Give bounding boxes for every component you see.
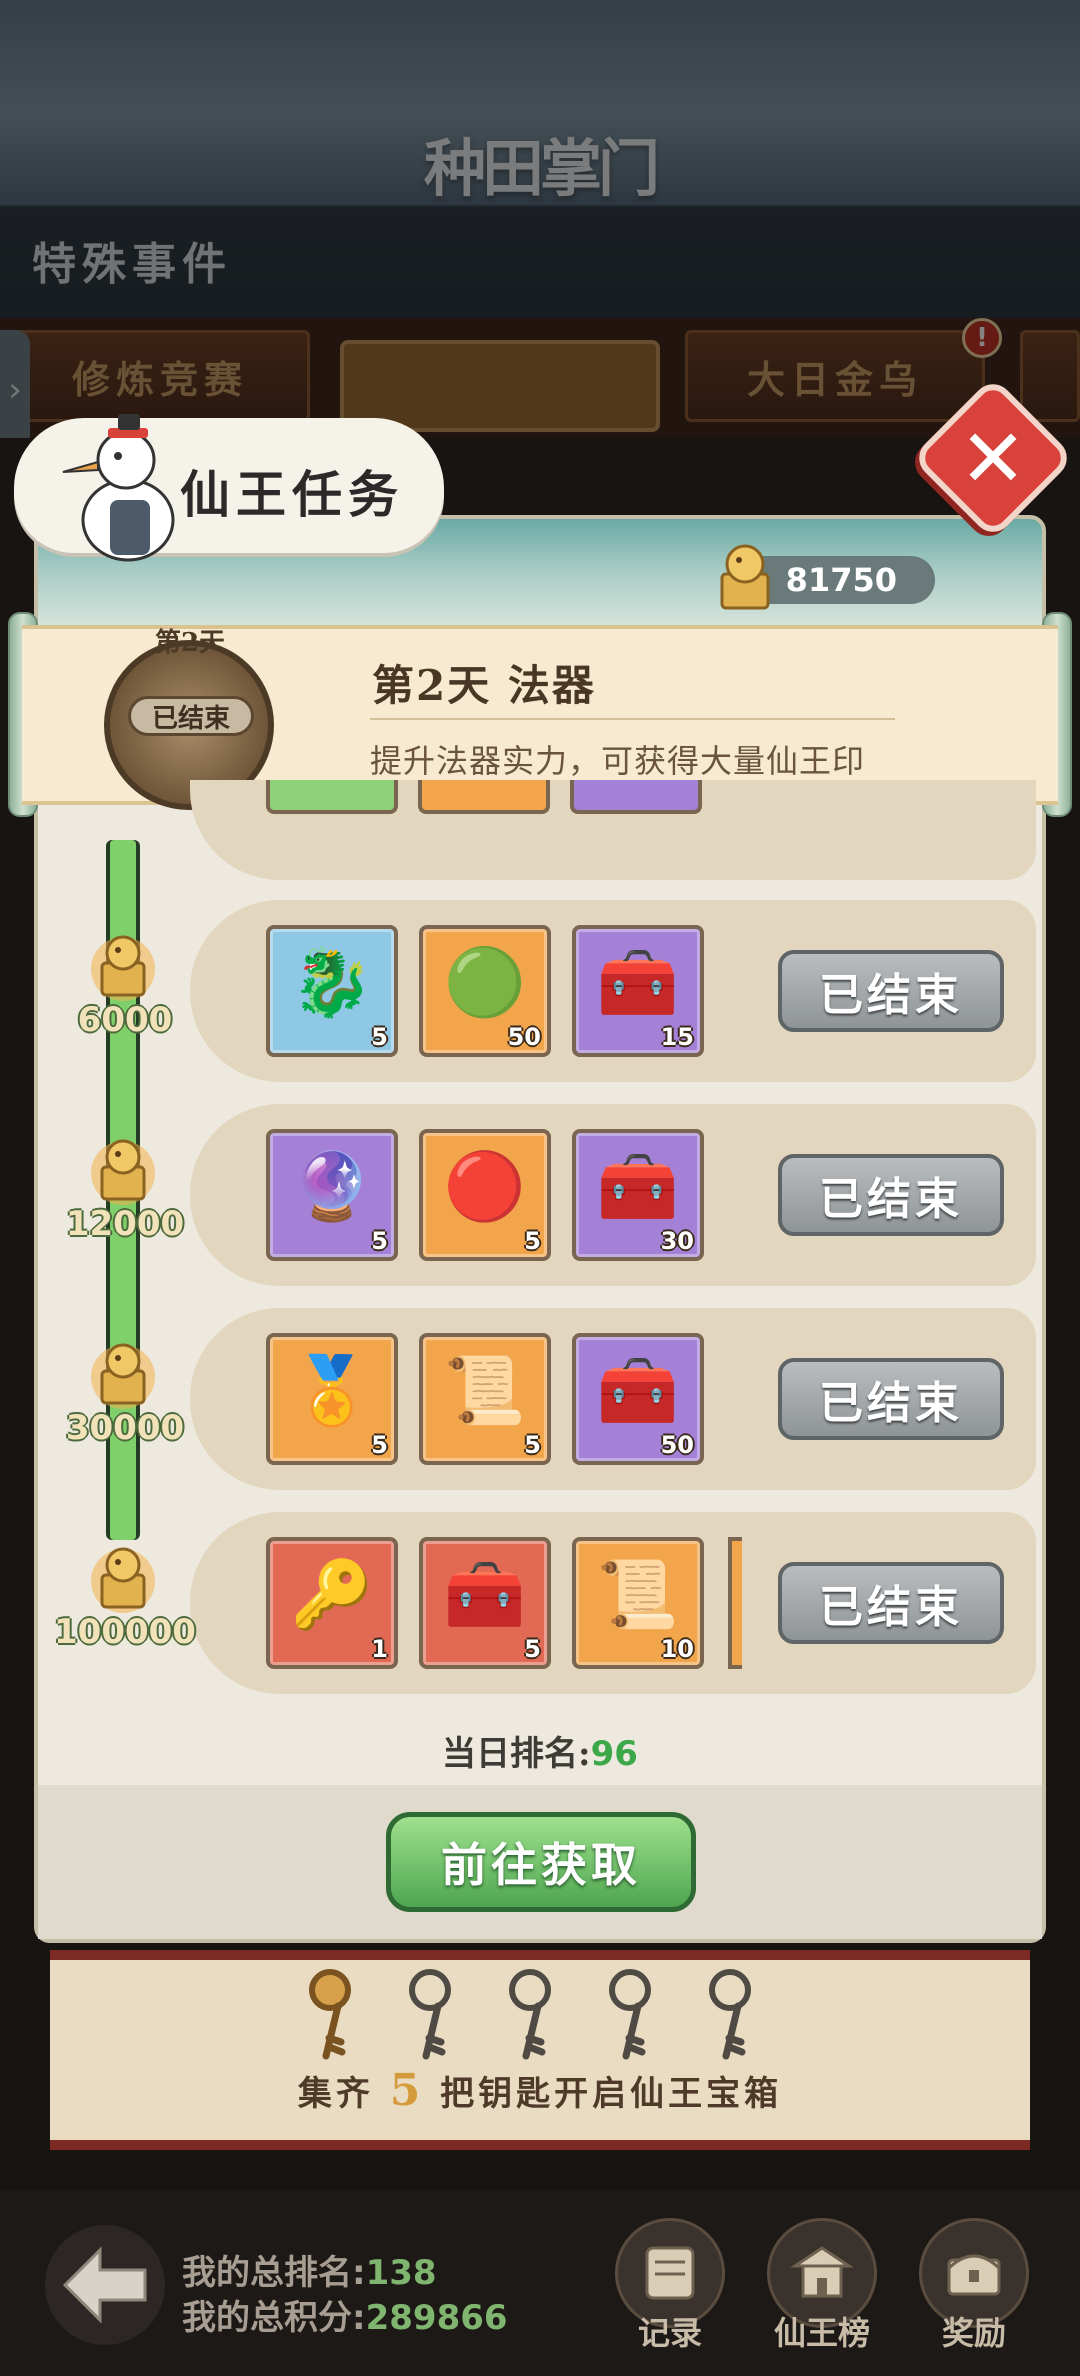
tier-threshold: 100000 (54, 1612, 196, 1652)
tier-threshold: 6000 (77, 1000, 173, 1040)
golden-key-icon: 🔑 (290, 1556, 374, 1633)
pink-spirit-orb-icon: 🔮 (290, 1148, 374, 1225)
total-rank: 我的总排名:138 (182, 2245, 437, 2294)
item-count: 30 (660, 1227, 694, 1255)
item-count: 5 (524, 1635, 541, 1663)
crane-mascot-icon (62, 414, 175, 562)
tier-status-button[interactable]: 已结束 (778, 1358, 1004, 1440)
tier-status-button[interactable]: 已结束 (778, 1154, 1004, 1236)
talisman-scroll-item[interactable]: 📜 5 (419, 1333, 551, 1465)
immortal-seal-icon (91, 1547, 155, 1613)
talisman-scroll-icon: 📜 (443, 1352, 527, 1429)
records-button[interactable]: 记录 (610, 2218, 730, 2368)
immortal-king-rank-button[interactable]: 仙王榜 (762, 2218, 882, 2368)
tier-status-button[interactable]: 已结束 (778, 1562, 1004, 1644)
key-empty-icon (609, 1969, 651, 2060)
daily-rank-value: 96 (590, 1734, 638, 1774)
item-count: 5 (371, 1431, 388, 1459)
fortune-orb-item[interactable]: 🔴 5 (419, 1129, 551, 1261)
panel-title: 仙王任务 (180, 465, 404, 524)
key-empty-icon (409, 1969, 451, 2060)
total-score-label: 我的总积分: (182, 2298, 366, 2338)
key-text-before: 集齐 (297, 2074, 374, 2114)
golden-key-item[interactable]: 🔑 1 (266, 1537, 398, 1669)
jade-dragon-ring-item[interactable]: 🟢 50 (419, 925, 551, 1057)
key-collected-icon (309, 1969, 351, 2060)
item-count: 5 (371, 1023, 388, 1051)
item-count: 15 (660, 1023, 694, 1051)
immortal-seal-icon (91, 935, 155, 1001)
royal-chest-icon: 🧰 (443, 1556, 527, 1633)
key-collection-text: 集齐 5 把钥匙开启仙王宝箱 (50, 2065, 1030, 2116)
total-rank-label: 我的总排名: (182, 2253, 366, 2293)
go-obtain-button[interactable]: 前往获取 (386, 1812, 696, 1912)
daily-rank-label: 当日排名: (442, 1734, 591, 1774)
jade-dragon-ring-icon: 🟢 (443, 944, 527, 1021)
immortal-seal-icon (91, 1343, 155, 1409)
partial-item (570, 780, 702, 814)
golden-medal-icon: 🏅 (290, 1352, 374, 1429)
immortal-king-rank-label: 仙王榜 (773, 2314, 870, 2352)
talisman-scroll-item[interactable]: 📜 10 (572, 1537, 704, 1669)
immortal-seal-icon (720, 544, 770, 610)
azure-dragon-orb-item[interactable]: 🐉 5 (266, 925, 398, 1057)
partial-reward-row (190, 780, 1036, 880)
pink-spirit-orb-item[interactable]: 🔮 5 (266, 1129, 398, 1261)
banner-description: 提升法器实力，可获得大量仙王印 (370, 742, 866, 780)
key-row (300, 1968, 770, 2063)
partial-item (266, 780, 398, 814)
rewards-button[interactable]: 奖励 (914, 2218, 1034, 2368)
azure-dragon-orb-icon: 🐉 (290, 944, 374, 1021)
treasure-chest-icon: 🧰 (596, 1148, 680, 1225)
back-arrow-icon (62, 2246, 147, 2324)
key-count: 5 (389, 2065, 425, 2116)
item-count: 5 (524, 1227, 541, 1255)
treasure-chest-item[interactable]: 🧰 15 (572, 925, 704, 1057)
total-rank-value: 138 (365, 2253, 437, 2293)
treasure-chest-icon: 🧰 (596, 944, 680, 1021)
treasure-chest-icon: 🧰 (596, 1352, 680, 1429)
total-score: 我的总积分:289866 (182, 2290, 508, 2339)
item-count: 10 (660, 1635, 694, 1663)
item-count: 50 (507, 1023, 541, 1051)
item-count: 5 (524, 1431, 541, 1459)
item-count: 50 (660, 1431, 694, 1459)
partial-item (418, 780, 550, 814)
talisman-scroll-icon: 📜 (596, 1556, 680, 1633)
overflow-item-peek[interactable] (728, 1537, 742, 1669)
total-score-value: 289866 (365, 2298, 508, 2338)
key-text-after: 把钥匙开启仙王宝箱 (440, 2074, 783, 2114)
rewards-label: 奖励 (941, 2314, 1006, 2352)
daily-rank: 当日排名:96 (34, 1726, 1046, 1775)
royal-chest-item[interactable]: 🧰 5 (419, 1537, 551, 1669)
tier-status-button[interactable]: 已结束 (778, 950, 1004, 1032)
treasure-chest-item[interactable]: 🧰 50 (572, 1333, 704, 1465)
back-button[interactable] (45, 2225, 165, 2345)
day-badge-status: 已结束 (128, 696, 254, 736)
fortune-orb-icon: 🔴 (443, 1148, 527, 1225)
banner-title: 第2天 法器 (372, 661, 596, 710)
key-empty-icon (509, 1969, 551, 2060)
key-empty-icon (709, 1969, 751, 2060)
treasure-chest-item[interactable]: 🧰 30 (572, 1129, 704, 1261)
immortal-seal-icon (91, 1139, 155, 1205)
golden-medal-item[interactable]: 🏅 5 (266, 1333, 398, 1465)
item-count: 1 (371, 1635, 388, 1663)
records-label: 记录 (637, 2314, 702, 2352)
item-count: 5 (371, 1227, 388, 1255)
tier-threshold: 30000 (65, 1408, 185, 1448)
tier-threshold: 12000 (65, 1204, 185, 1244)
close-icon[interactable]: ✕ (935, 400, 1051, 516)
banner-divider (370, 718, 895, 720)
day-badge-label: 第2天 (154, 628, 226, 658)
